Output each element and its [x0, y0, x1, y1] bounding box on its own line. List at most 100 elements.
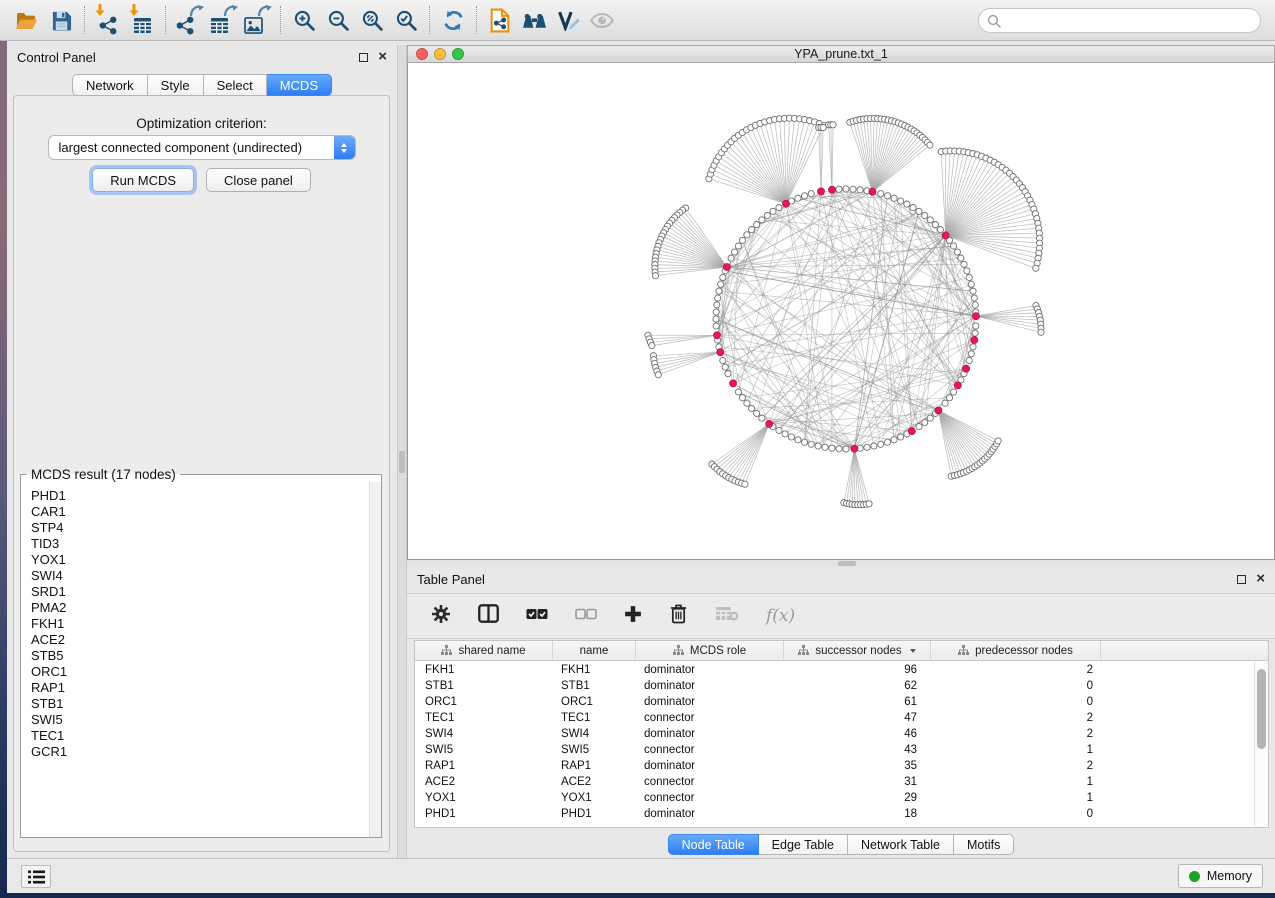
tab-select[interactable]: Select — [204, 74, 267, 96]
table-row[interactable]: ORC1ORC1dominator610 — [415, 694, 1254, 710]
column-header-name[interactable]: name — [553, 641, 636, 661]
deselect-all-button[interactable] — [575, 607, 597, 625]
table-cell: 2 — [931, 662, 1101, 678]
column-header-shared-name[interactable]: shared name — [415, 641, 553, 661]
export-network-button[interactable] — [172, 3, 206, 37]
vertical-splitter[interactable] — [397, 45, 407, 858]
tab-network[interactable]: Network — [72, 74, 148, 96]
mcds-result-item[interactable]: SRD1 — [31, 584, 368, 600]
table-cell: 0 — [931, 694, 1101, 710]
table-scrollbar[interactable] — [1254, 662, 1268, 826]
export-image-button[interactable] — [240, 3, 274, 37]
tab-node-table[interactable]: Node Table — [668, 834, 759, 855]
tab-mcds[interactable]: MCDS — [267, 74, 332, 96]
zoom-fit-button[interactable] — [355, 3, 389, 37]
memory-status-icon — [1189, 871, 1200, 882]
select-all-button[interactable] — [526, 607, 548, 625]
control-panel: Control Panel × Network Style Select MCD… — [7, 45, 397, 858]
mcds-result-item[interactable]: STB5 — [31, 648, 368, 664]
binoculars-icon — [522, 12, 547, 29]
mcds-result-item[interactable]: SWI4 — [31, 568, 368, 584]
application-body: Control Panel × Network Style Select MCD… — [7, 41, 1275, 893]
table-row[interactable]: FKH1FKH1dominator962 — [415, 662, 1254, 678]
export-table-button[interactable] — [206, 3, 240, 37]
table-row[interactable]: ACE2ACE2connector311 — [415, 774, 1254, 790]
mcds-result-item[interactable]: RAP1 — [31, 680, 368, 696]
mcds-result-item[interactable]: YOX1 — [31, 552, 368, 568]
float-panel-icon[interactable] — [1237, 575, 1246, 584]
mcds-result-item[interactable]: SWI5 — [31, 712, 368, 728]
close-panel-icon[interactable]: × — [378, 52, 387, 62]
binoculars-search-button[interactable] — [517, 3, 551, 37]
table-row[interactable]: RAP1RAP1dominator352 — [415, 758, 1254, 774]
close-panel-icon[interactable]: × — [1256, 574, 1265, 584]
share-document-icon — [490, 8, 511, 33]
tab-network-table[interactable]: Network Table — [848, 834, 954, 855]
table-row[interactable]: PHD1PHD1dominator180 — [415, 806, 1254, 822]
function-builder-button[interactable]: f(x) — [766, 606, 795, 626]
mcds-result-item[interactable]: TID3 — [31, 536, 368, 552]
column-header-successor-nodes[interactable]: successor nodes — [784, 641, 931, 661]
table-row[interactable]: STB1STB1dominator620 — [415, 678, 1254, 694]
mcds-result-item[interactable]: PHD1 — [31, 488, 368, 504]
criterion-select[interactable]: largest connected component (undirected) — [48, 135, 356, 160]
table-cell: RAP1 — [553, 758, 636, 774]
network-graph[interactable] — [408, 63, 1274, 558]
mcds-result-item[interactable]: STP4 — [31, 520, 368, 536]
mcds-result-item[interactable]: ORC1 — [31, 664, 368, 680]
mcds-result-item[interactable]: STB1 — [31, 696, 368, 712]
table-row[interactable]: SWI4SWI4dominator462 — [415, 726, 1254, 742]
import-network-button[interactable] — [91, 3, 125, 37]
float-panel-icon[interactable] — [359, 53, 368, 62]
close-panel-button[interactable]: Close panel — [206, 168, 311, 192]
tab-edge-table[interactable]: Edge Table — [759, 834, 848, 855]
table-row[interactable]: TEC1TEC1connector472 — [415, 710, 1254, 726]
run-mcds-button[interactable]: Run MCDS — [92, 168, 194, 192]
mcds-result-item[interactable]: TEC1 — [31, 728, 368, 744]
settings-gear-button[interactable] — [431, 604, 451, 629]
scrollbar-thumb[interactable] — [1257, 669, 1266, 749]
zoom-in-button[interactable] — [287, 3, 321, 37]
mcds-list-scrollbar[interactable] — [369, 482, 381, 837]
column-header-mcds-role[interactable]: MCDS role — [636, 641, 784, 661]
open-session-share-button[interactable] — [483, 3, 517, 37]
network-canvas[interactable] — [407, 63, 1275, 560]
mcds-result-item[interactable]: FKH1 — [31, 616, 368, 632]
tab-motifs[interactable]: Motifs — [954, 834, 1014, 855]
add-row-button[interactable] — [624, 605, 642, 628]
mcds-result-item[interactable]: PMA2 — [31, 600, 368, 616]
task-history-button[interactable] — [21, 865, 51, 888]
table-cell: TEC1 — [415, 710, 553, 726]
table-cell: connector — [636, 774, 784, 790]
table-row[interactable]: YOX1YOX1connector291 — [415, 790, 1254, 806]
horizontal-splitter[interactable] — [407, 560, 1275, 567]
node-table: shared name name MCDS role successor nod… — [414, 640, 1269, 828]
tab-style[interactable]: Style — [148, 74, 204, 96]
refresh-view-button[interactable] — [436, 3, 470, 37]
table-cell: PHD1 — [553, 806, 636, 822]
network-nodes[interactable] — [645, 115, 1044, 508]
delete-table-button[interactable] — [715, 606, 739, 626]
vizmapper-button[interactable] — [551, 3, 585, 37]
import-table-button[interactable] — [125, 3, 159, 37]
splitter-grip[interactable] — [838, 561, 856, 566]
table-cell: dominator — [636, 678, 784, 694]
mcds-result-item[interactable]: CAR1 — [31, 504, 368, 520]
hide-graphics-eye-button[interactable] — [585, 3, 619, 37]
memory-button[interactable]: Memory — [1178, 864, 1263, 888]
column-header-predecessor-nodes[interactable]: predecessor nodes — [931, 641, 1101, 661]
mcds-result-item[interactable]: ACE2 — [31, 632, 368, 648]
table-panel-tabs: Node Table Edge Table Network Table Moti… — [407, 834, 1275, 855]
table-cell-filler — [1101, 790, 1254, 806]
search-input[interactable] — [1001, 11, 1260, 31]
open-file-button[interactable] — [10, 3, 44, 37]
table-cell: 96 — [784, 662, 931, 678]
delete-row-button[interactable] — [669, 603, 688, 629]
save-session-button[interactable] — [44, 3, 78, 37]
table-row[interactable]: SWI5SWI5connector431 — [415, 742, 1254, 758]
show-columns-button[interactable] — [478, 604, 499, 628]
mcds-result-item[interactable]: GCR1 — [31, 744, 368, 760]
zoom-selected-button[interactable] — [389, 3, 423, 37]
zoom-out-button[interactable] — [321, 3, 355, 37]
splitter-grip[interactable] — [399, 451, 405, 473]
